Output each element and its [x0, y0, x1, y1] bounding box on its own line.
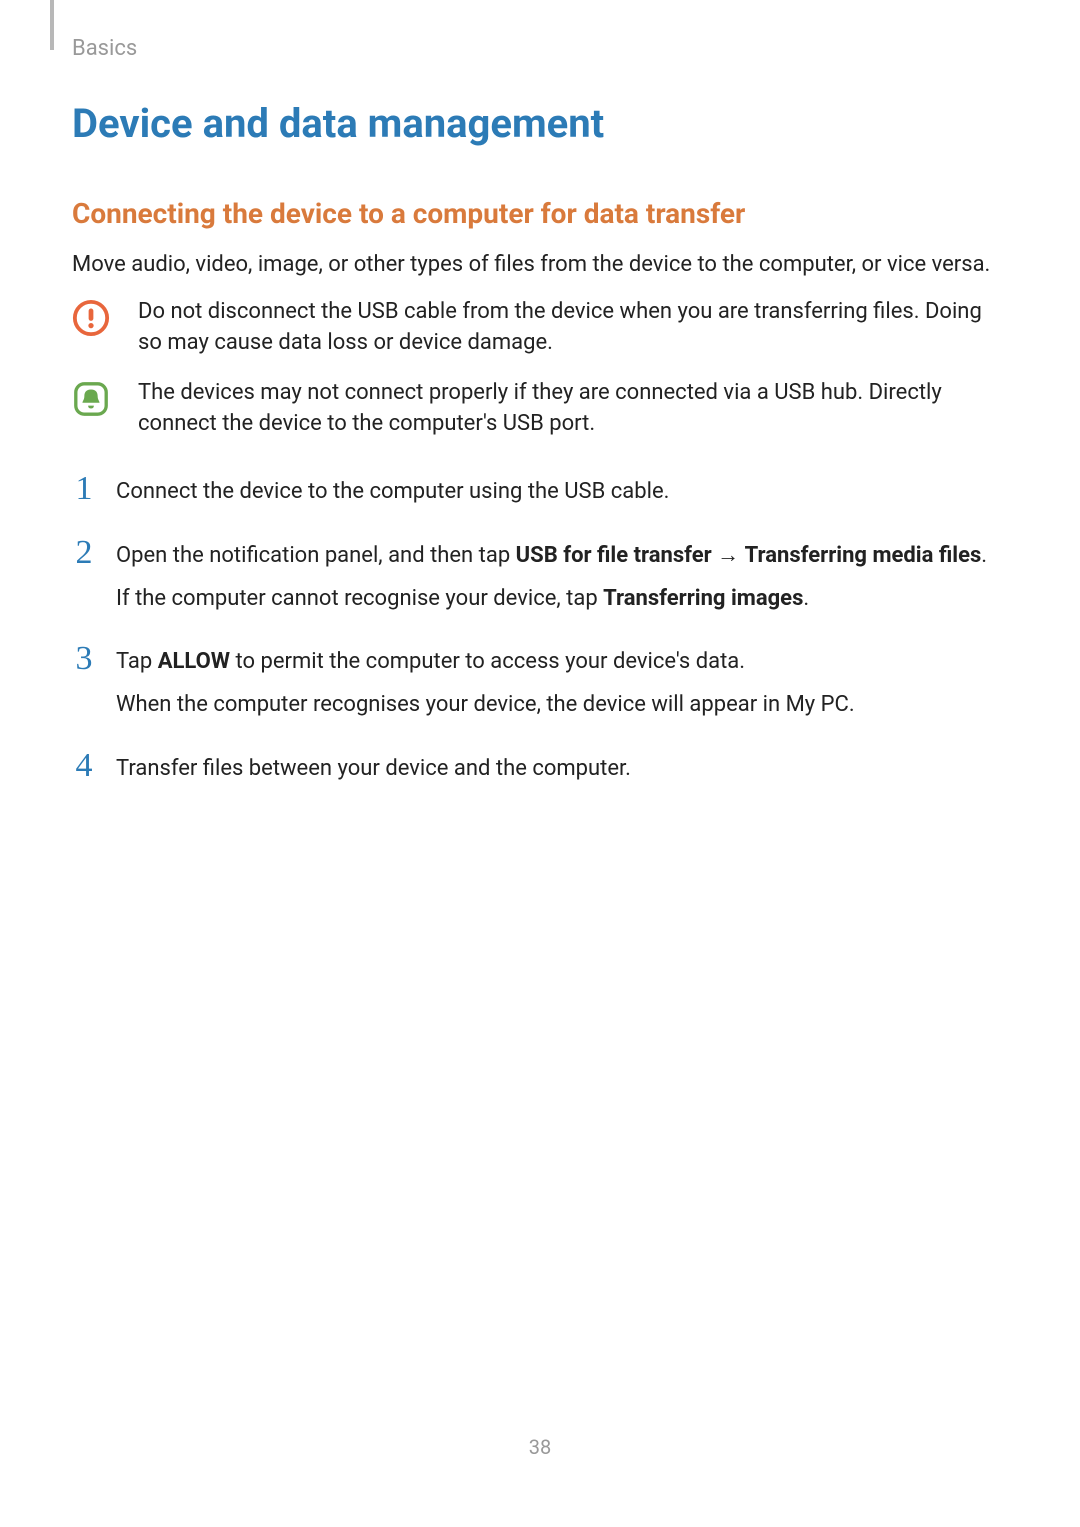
- step: 3 Tap ALLOW to permit the computer to acc…: [72, 642, 1008, 721]
- text: Tap: [116, 649, 158, 674]
- step-body: Tap ALLOW to permit the computer to acce…: [116, 642, 1008, 721]
- step-number: 2: [72, 536, 96, 570]
- notice-icon: [72, 380, 110, 418]
- bold-text: Transferring media files: [745, 543, 982, 568]
- step: 4 Transfer files between your device and …: [72, 749, 1008, 785]
- step-number: 1: [72, 472, 96, 506]
- step-line: Open the notification panel, and then ta…: [116, 541, 1008, 572]
- callout: The devices may not connect properly if …: [72, 378, 1008, 440]
- warning-icon: [72, 299, 110, 337]
- callout: Do not disconnect the USB cable from the…: [72, 297, 1008, 359]
- text: When the computer recognises your device…: [116, 692, 855, 717]
- step-line: Connect the device to the computer using…: [116, 477, 1008, 508]
- callouts-container: Do not disconnect the USB cable from the…: [72, 297, 1008, 440]
- step-number: 4: [72, 749, 96, 783]
- step-body: Connect the device to the computer using…: [116, 472, 1008, 508]
- text: If the computer cannot recognise your de…: [116, 586, 603, 611]
- header-rule: [50, 0, 54, 50]
- text: .: [981, 543, 987, 568]
- page-number: 38: [0, 1435, 1080, 1459]
- text: Connect the device to the computer using…: [116, 479, 669, 504]
- step-body: Transfer files between your device and t…: [116, 749, 1008, 785]
- callout-text: The devices may not connect properly if …: [138, 378, 1008, 440]
- steps-list: 1 Connect the device to the computer usin…: [72, 472, 1008, 785]
- step-line: Tap ALLOW to permit the computer to acce…: [116, 647, 1008, 678]
- bold-text: ALLOW: [158, 649, 230, 674]
- step: 2 Open the notification panel, and then t…: [72, 536, 1008, 615]
- callout-text: Do not disconnect the USB cable from the…: [138, 297, 1008, 359]
- step-line: If the computer cannot recognise your de…: [116, 584, 1008, 615]
- bold-text: Transferring images: [603, 586, 803, 611]
- bold-text: USB for file transfer: [516, 543, 712, 568]
- page-title: Device and data management: [72, 100, 1008, 147]
- step-line: When the computer recognises your device…: [116, 690, 1008, 721]
- intro-text: Move audio, video, image, or other types…: [72, 250, 1008, 281]
- step: 1 Connect the device to the computer usin…: [72, 472, 1008, 508]
- step-body: Open the notification panel, and then ta…: [116, 536, 1008, 615]
- step-line: Transfer files between your device and t…: [116, 754, 1008, 785]
- text: Transfer files between your device and t…: [116, 756, 631, 781]
- breadcrumb: Basics: [72, 36, 137, 61]
- text: Open the notification panel, and then ta…: [116, 543, 516, 568]
- text: to permit the computer to access your de…: [230, 649, 745, 674]
- text: →: [712, 543, 745, 568]
- text: .: [803, 586, 809, 611]
- section-title: Connecting the device to a computer for …: [72, 197, 1008, 230]
- step-number: 3: [72, 642, 96, 676]
